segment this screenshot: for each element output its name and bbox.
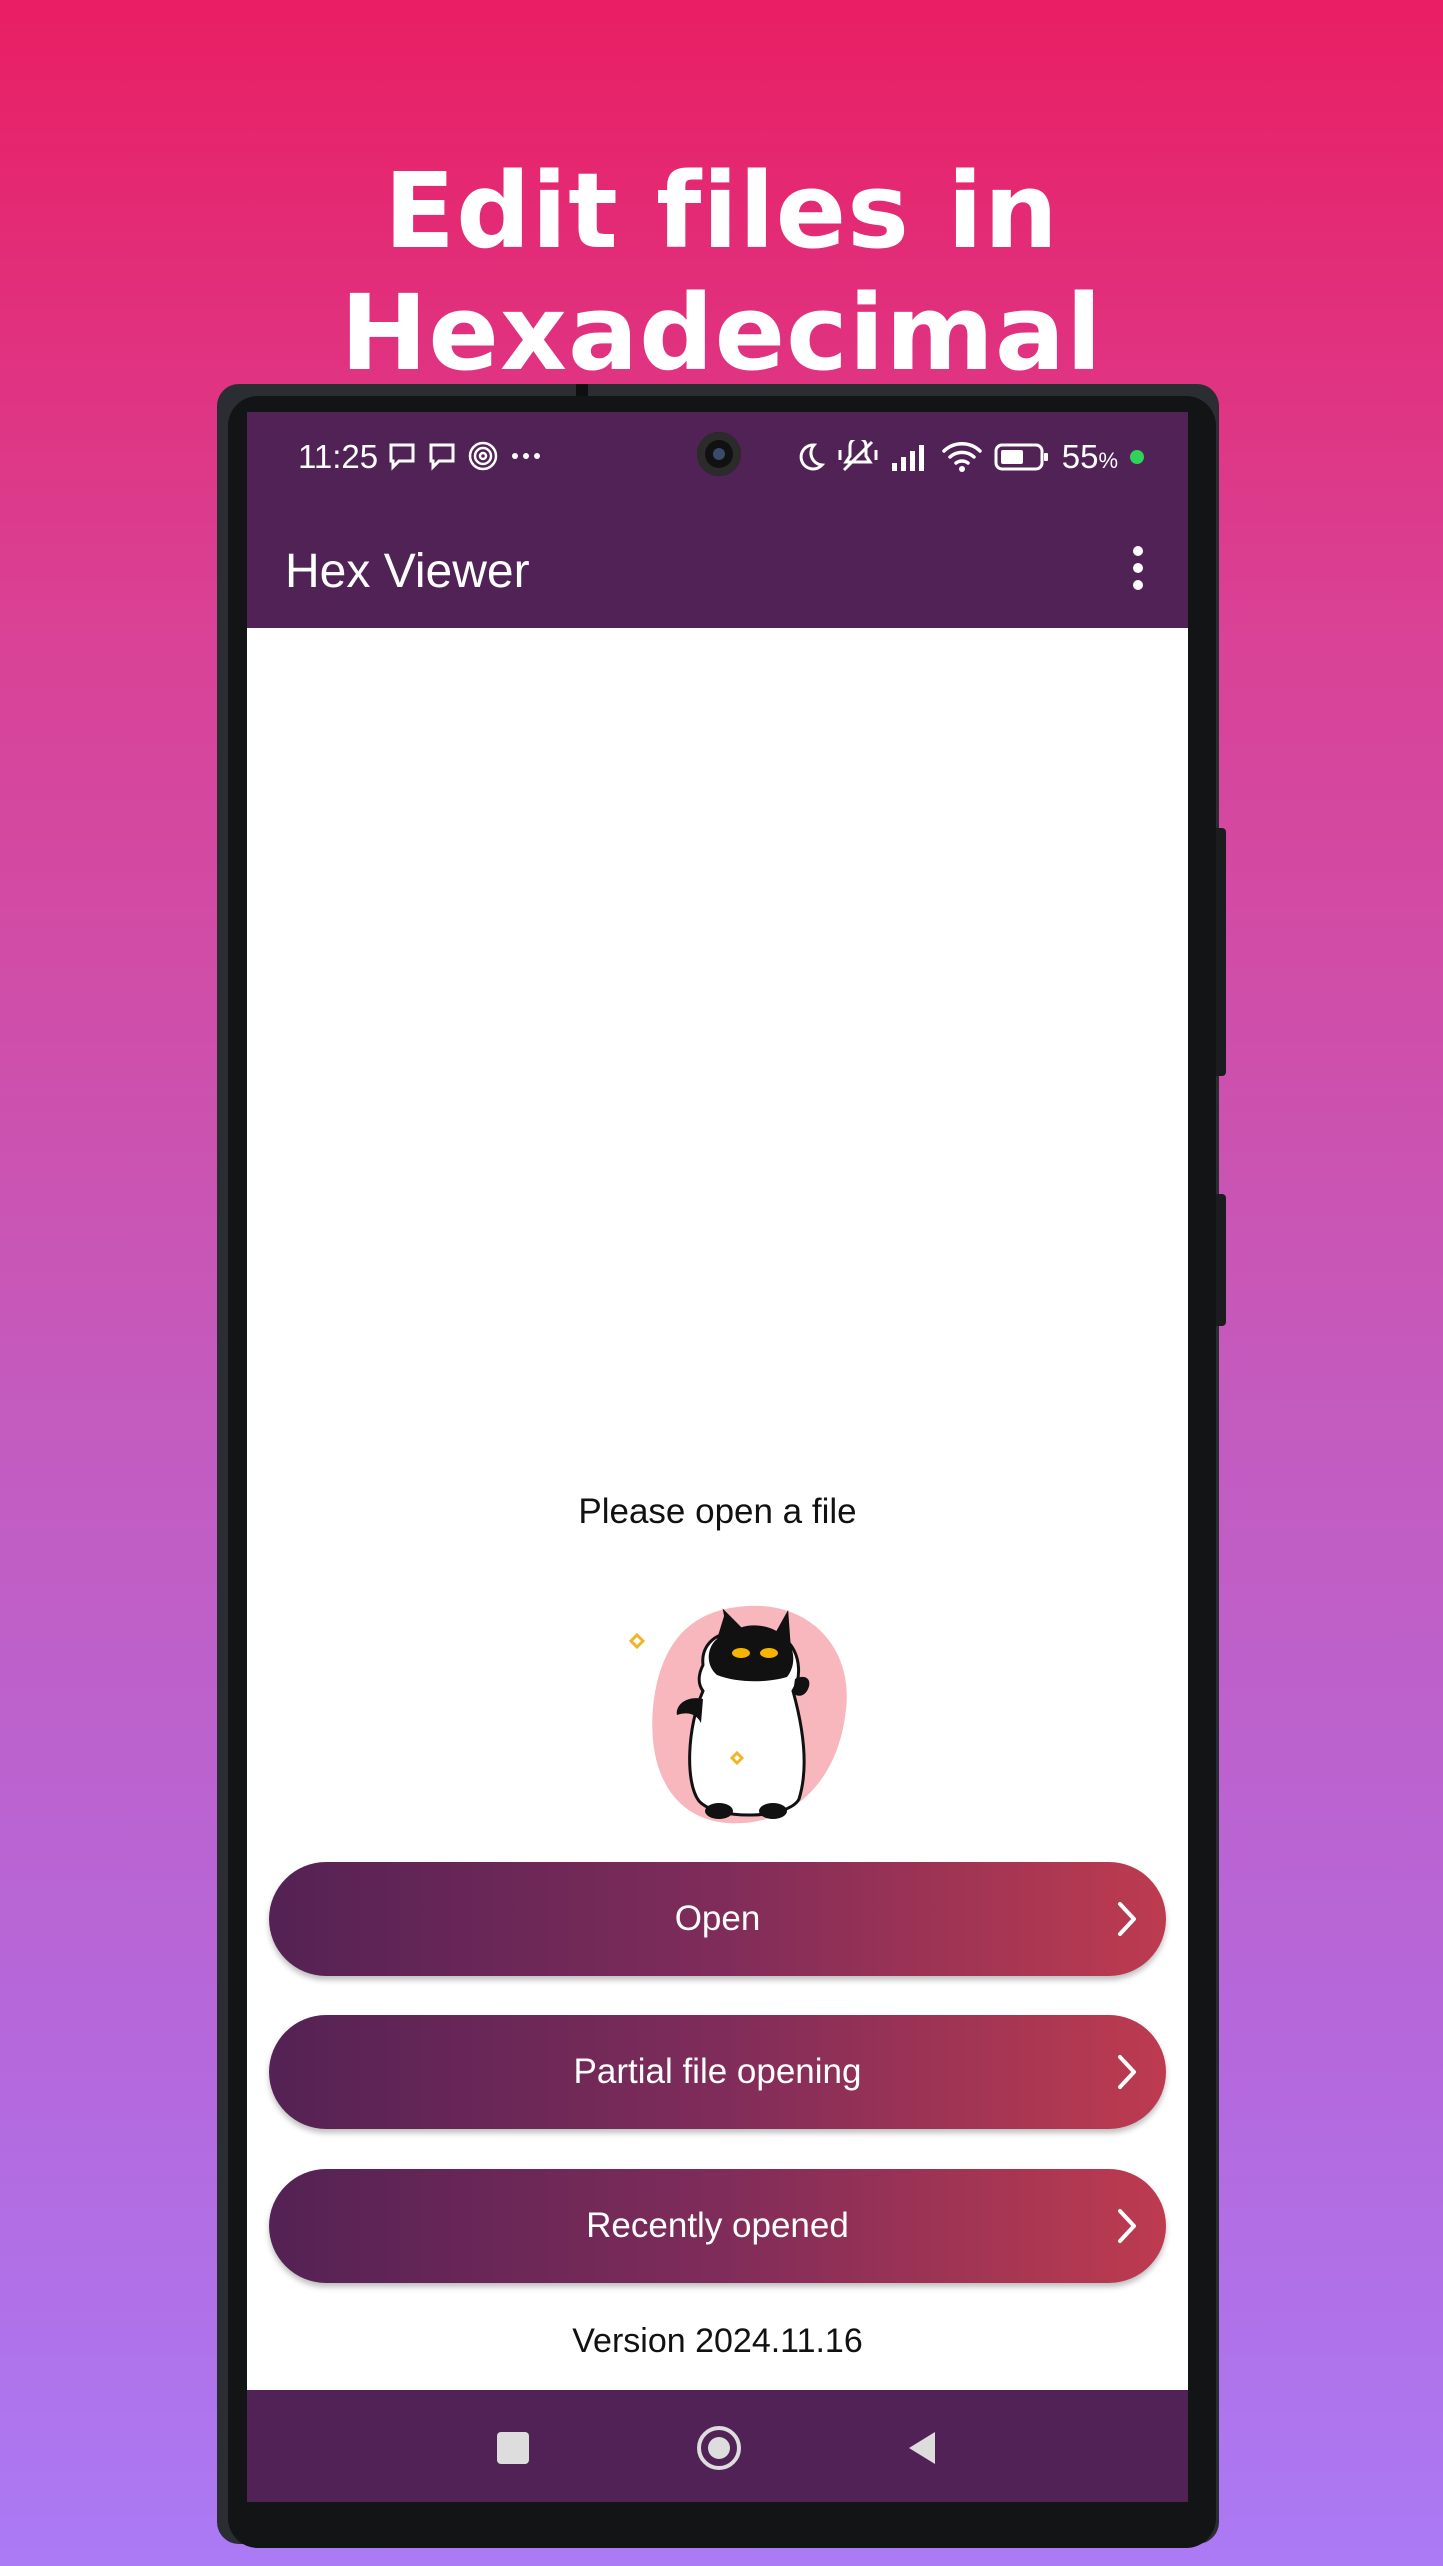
phone-volume-button — [1216, 1194, 1226, 1326]
open-button[interactable]: Open — [269, 1862, 1166, 1976]
more-notifications-icon — [512, 453, 540, 459]
open-file-hint: Please open a file — [578, 1492, 857, 1531]
message-icon — [389, 443, 415, 471]
vibrate-off-icon — [838, 440, 878, 472]
chevron-right-icon — [1118, 2209, 1136, 2243]
status-time: 11:25 — [298, 438, 379, 475]
battery-unit: % — [1098, 448, 1118, 473]
recents-square-icon[interactable] — [491, 2426, 535, 2470]
phone-screen: 11:25 55% Hex Viewer Please open a file — [247, 412, 1188, 2502]
front-camera — [697, 432, 741, 476]
status-system-icons: 55% — [794, 438, 1144, 476]
recently-opened-button[interactable]: Recently opened — [269, 2169, 1166, 2283]
moon-icon — [799, 443, 825, 471]
message-icon — [429, 443, 455, 471]
home-circle-icon[interactable] — [695, 2424, 743, 2472]
battery-icon — [994, 443, 1048, 471]
status-bar: 11:25 55% — [247, 412, 1188, 504]
chevron-right-icon — [1118, 1902, 1136, 1936]
fingerprint-icon — [468, 441, 498, 471]
signal-icon — [891, 445, 924, 471]
recently-opened-label: Recently opened — [586, 2206, 849, 2245]
battery-percent: 55% — [1061, 438, 1118, 475]
app-bar: Hex Viewer — [247, 504, 1188, 628]
chevron-right-icon — [1118, 2055, 1136, 2089]
cat-illustration — [628, 1605, 847, 1824]
charging-dot-icon — [1130, 450, 1144, 464]
wifi-icon — [941, 442, 982, 472]
promo-headline: Edit files in Hexadecimal — [340, 150, 1103, 394]
app-title: Hex Viewer — [285, 545, 530, 598]
system-nav-bar — [247, 2390, 1188, 2502]
open-button-label: Open — [674, 1899, 761, 1938]
back-triangle-icon[interactable] — [901, 2426, 945, 2470]
partial-file-opening-button[interactable]: Partial file opening — [269, 2015, 1166, 2129]
app-version: Version 2024.11.16 — [572, 2322, 863, 2360]
partial-file-opening-label: Partial file opening — [573, 2052, 862, 2091]
more-vert-icon[interactable] — [1126, 546, 1150, 590]
status-notification-icons — [387, 440, 543, 472]
phone-side-button — [1216, 828, 1226, 1076]
